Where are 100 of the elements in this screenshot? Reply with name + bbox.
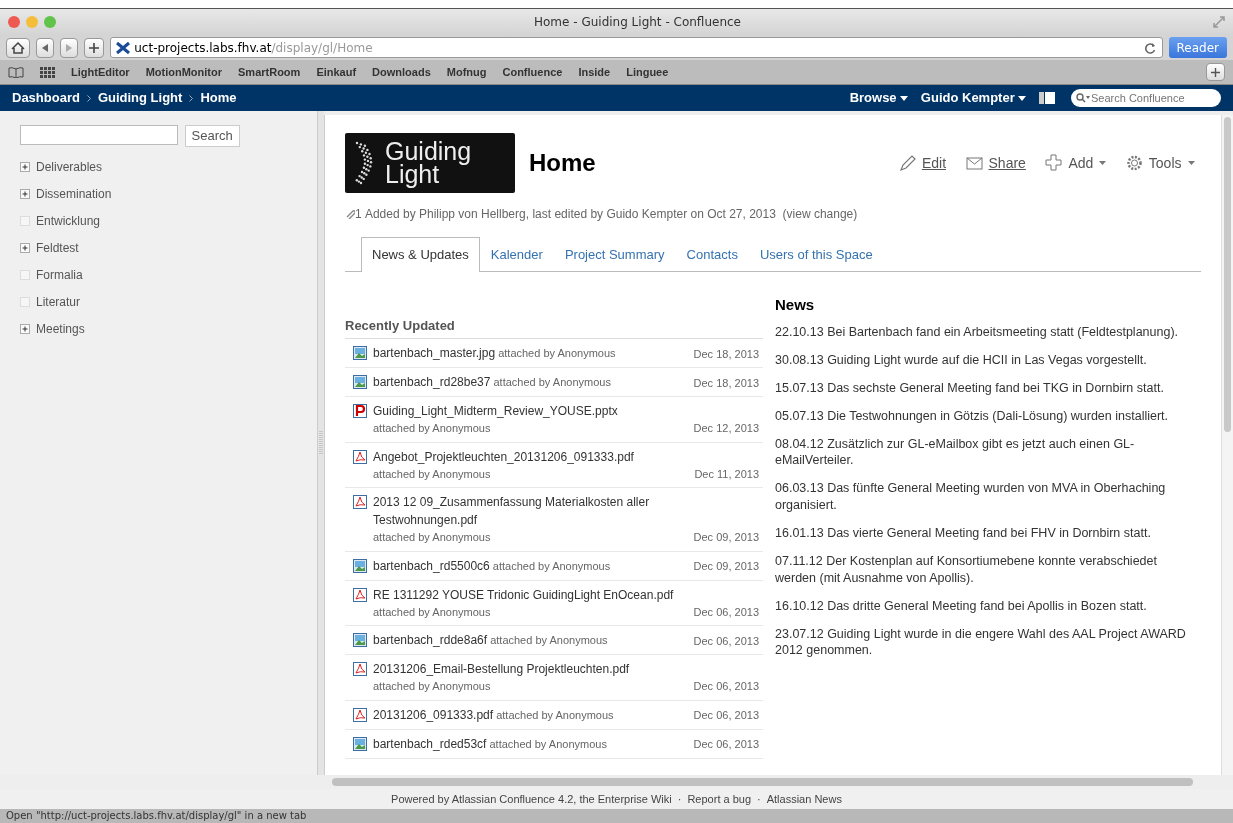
book-icon[interactable] xyxy=(8,66,24,78)
forward-button[interactable] xyxy=(60,37,78,58)
file-link[interactable]: RE 1311292 YOUSE Tridonic GuidingLight EnOcean.pdf xyxy=(373,585,674,604)
action-button[interactable]: Share xyxy=(965,152,1026,174)
bookmark-link[interactable]: SmartRoom xyxy=(238,63,301,81)
pdf-file-icon xyxy=(353,587,367,602)
nav-menu[interactable]: Guido Kempter xyxy=(920,88,1026,108)
bookmark-link[interactable]: Confluence xyxy=(502,63,563,81)
reload-icon[interactable] xyxy=(1143,41,1156,54)
file-link[interactable]: 20131206_091333.pdf xyxy=(373,705,494,724)
back-button[interactable] xyxy=(36,37,54,58)
news-item: 30.08.13 Guiding Light wurde auf die HCII in Las Vegas vorgestellt. xyxy=(775,351,1148,369)
breadcrumb-link[interactable]: Guiding Light xyxy=(97,88,183,108)
news-item: 16.10.12 Das dritte General Meeting fand bei Apollis in Bozen statt. xyxy=(775,597,1148,615)
grid-icon[interactable] xyxy=(40,66,55,78)
pdf-file-icon xyxy=(353,495,367,509)
add-tab-button[interactable] xyxy=(1206,63,1225,81)
tab[interactable]: News & Updates xyxy=(361,237,480,272)
window-control-button[interactable] xyxy=(8,16,20,28)
news-item: 05.07.13 Die Testwohnungen in Götzis (Dali-Lösung) wurden installiert. xyxy=(775,407,1170,425)
action-button[interactable]: Edit xyxy=(898,152,947,174)
chevron-icon xyxy=(189,94,194,102)
tab[interactable]: Project Summary xyxy=(553,237,676,272)
tree-item[interactable]: Entwicklung xyxy=(36,212,101,230)
home-button[interactable] xyxy=(6,37,30,58)
pencil-icon xyxy=(898,154,916,172)
breadcrumb-link[interactable]: Home xyxy=(200,88,237,108)
bookmark-link[interactable]: Inside xyxy=(578,63,611,81)
attribution-text: attached by Anonymous xyxy=(373,421,491,436)
attribution-text: attached by Anonymous xyxy=(492,558,611,574)
image-file-icon xyxy=(353,346,367,360)
vertical-scrollbar[interactable] xyxy=(1221,115,1233,775)
new-tab-button[interactable] xyxy=(84,37,104,58)
logo-text: Guiding xyxy=(385,140,472,163)
pdf-file-icon xyxy=(353,707,367,722)
news-item: 15.07.13 Das sechste General Meeting fand bei TKG in Dornbirn statt. xyxy=(775,379,1165,397)
tab[interactable]: Contacts xyxy=(675,237,749,272)
bookmark-link[interactable]: Downloads xyxy=(372,63,431,81)
search-field[interactable]: Search Confluence xyxy=(1071,89,1221,107)
search-button[interactable]: Search xyxy=(184,125,240,147)
file-link[interactable]: 20131206_Email-Bestellung Projektleuchten.pdf xyxy=(373,660,630,678)
attribution-text: attached by Anonymous xyxy=(373,679,491,694)
home-icon xyxy=(11,41,25,54)
expand-icon[interactable] xyxy=(20,189,30,199)
bookmark-link[interactable]: Mofnug xyxy=(446,63,487,81)
file-link[interactable]: 2013 12 09_Zusammenfassung Materialkosten aller Testwohnungen.pdf xyxy=(373,493,688,529)
file-link[interactable]: bartenbach_rd5500c6 xyxy=(373,556,490,575)
file-link[interactable]: bartenbach_master.jpg xyxy=(373,344,496,362)
file-link[interactable]: Guiding_Light_Midterm_Review_YOUSE.pptx xyxy=(373,402,618,420)
expand-icon[interactable] xyxy=(20,324,30,334)
footer-link[interactable]: Report a bug xyxy=(687,790,752,808)
section-heading: Recently Updated xyxy=(345,315,763,339)
image-file-icon xyxy=(353,633,367,647)
file-link[interactable]: Angebot_Projektleuchten_20131206_091333.pdf xyxy=(373,447,634,466)
breadcrumb-link[interactable]: Dashboard xyxy=(12,88,80,108)
tree-item[interactable]: Feldtest xyxy=(36,239,79,257)
tab[interactable]: Kalender xyxy=(479,237,554,272)
expand-icon[interactable] xyxy=(20,162,30,172)
tree-item[interactable]: Literatur xyxy=(36,293,81,311)
news-item: 16.01.13 Das vierte General Meeting fand bei FHV in Dornbirn statt. xyxy=(775,525,1152,542)
attribution-text: attached by Anonymous xyxy=(498,346,616,361)
envelope-icon xyxy=(965,154,983,172)
horizontal-scrollbar[interactable] xyxy=(332,778,1193,786)
file-link[interactable]: bartenbach_rd28be37 xyxy=(373,373,491,391)
action-button[interactable]: Tools xyxy=(1125,152,1195,174)
favicon-icon xyxy=(115,40,131,55)
bookmark-link[interactable]: Einkauf xyxy=(316,63,357,81)
file-link[interactable]: bartenbach_rdde8a6f xyxy=(373,631,488,649)
bookmark-link[interactable]: Linguee xyxy=(626,63,669,81)
pdf-file-icon xyxy=(353,449,367,464)
tree-item[interactable]: Meetings xyxy=(36,320,85,338)
date-text: Dec 09, 2013 xyxy=(693,559,759,574)
separator-dot: · xyxy=(677,791,682,807)
page-metadata: Added by Philipp von Hellberg, last edited by Guido Kempter on Oct 27, 2013 (view change) xyxy=(364,206,858,223)
bookmark-link[interactable]: MotionMonitor xyxy=(145,63,223,81)
action-button[interactable]: Add xyxy=(1045,152,1107,174)
separator-dot: · xyxy=(757,791,761,807)
tab[interactable]: Users of this Space xyxy=(748,237,884,272)
back-icon xyxy=(41,42,49,53)
expand-icon[interactable] xyxy=(20,243,30,253)
nav-menu[interactable]: Browse xyxy=(849,88,908,108)
tree-item[interactable]: Deliverables xyxy=(36,158,103,176)
image-file-icon xyxy=(353,558,367,573)
user-link[interactable]: Guido Kempter xyxy=(606,207,688,221)
pdf-file-icon xyxy=(353,662,367,676)
file-link[interactable]: bartenbach_rded53cf xyxy=(373,734,487,753)
footer-link[interactable]: Powered by Atlassian Confluence 4.2, the Enterprise Wiki xyxy=(391,790,672,808)
tree-item[interactable]: Formalia xyxy=(36,266,83,284)
tree-item[interactable]: Dissemination xyxy=(36,185,112,203)
address-field[interactable]: uct-projects.labs.fhv.at/display/gl/Home xyxy=(110,37,1163,58)
footer-link[interactable]: Atlassian News xyxy=(766,790,842,808)
attachment-count[interactable]: 1 xyxy=(355,205,362,223)
bookmark-link[interactable]: LightEditor xyxy=(71,63,130,81)
status-bar: Open "http://uct-projects.labs.fhv.at/display/gl" in a new tab xyxy=(0,809,1233,823)
sidebar-search-field[interactable] xyxy=(20,125,178,145)
sidebar-toggle-icon[interactable] xyxy=(1039,92,1055,104)
user-link[interactable]: Philipp von Hellberg xyxy=(419,207,526,221)
date-text: Dec 11, 2013 xyxy=(694,466,759,482)
section-heading: News xyxy=(775,294,816,315)
user-link[interactable]: view change xyxy=(786,207,854,221)
